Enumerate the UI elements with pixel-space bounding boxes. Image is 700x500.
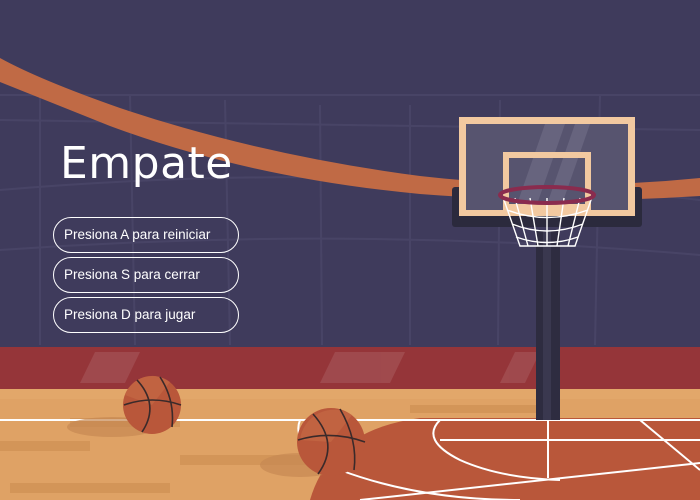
restart-button[interactable]: Presiona A para reiniciar: [53, 217, 239, 253]
options-menu: Presiona A para reiniciar Presiona S par…: [53, 217, 239, 337]
play-button[interactable]: Presiona D para jugar: [53, 297, 239, 333]
close-button[interactable]: Presiona S para cerrar: [53, 257, 239, 293]
result-title: Empate: [60, 138, 233, 189]
basketball-hoop-icon: [452, 117, 642, 247]
